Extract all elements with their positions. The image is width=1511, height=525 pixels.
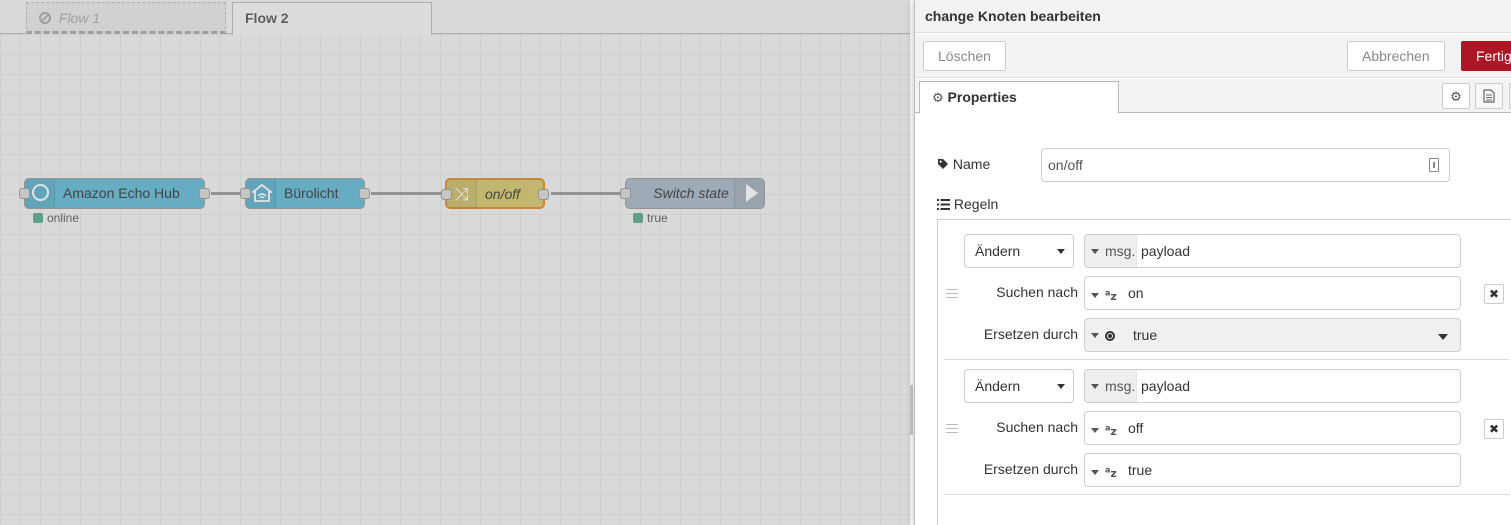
sidebar-resize-handle[interactable] [910,385,913,435]
replace-label: Ersetzen durch [983,461,1078,477]
rules-label-text: Regeln [953,196,999,212]
rule-replace-input[interactable]: az true [1084,453,1461,487]
target-value: payload [1141,378,1191,394]
search-value: on [1128,285,1144,301]
type-selector[interactable]: msg. [1085,235,1137,267]
type-selector[interactable]: az [1085,454,1123,486]
tray-tabs: ⚙ Properties ⚙ [915,79,1511,114]
replace-label: Ersetzen durch [983,326,1078,342]
caret-down-icon [1091,249,1099,254]
name-input-value: on/off [1048,157,1083,173]
string-type-icon: az [1105,423,1117,438]
rule-replace-input[interactable]: true [1084,318,1461,352]
caret-down-icon [1091,292,1099,298]
rule-item: Ändern msg. payload Suchen nach az off ✖… [944,360,1510,495]
rule-action-select[interactable]: Ändern [964,369,1074,403]
chevron-down-icon [1057,384,1065,389]
caret-down-icon [1091,427,1099,433]
rule-search-input[interactable]: az off [1084,411,1461,445]
edit-tray: change Knoten bearbeiten Löschen Abbrech… [914,0,1511,525]
list-icon [937,199,950,210]
gear-icon: ⚙ [1450,90,1462,105]
remove-rule-button[interactable]: ✖ [1484,419,1504,439]
caret-down-icon [1091,384,1099,389]
flow-workspace[interactable]: Flow 1 Flow 2 Amazon Echo Hub online Bür… [0,0,910,525]
type-selector[interactable]: az [1085,277,1123,309]
string-type-icon: az [1105,465,1117,480]
rules-list: Ändern msg. payload Suchen nach az on ✖ … [937,219,1511,525]
rule-action-select[interactable]: Ändern [964,234,1074,268]
tab-label: Properties [947,89,1017,105]
name-label-text: Name [952,156,991,172]
tab-properties[interactable]: ⚙ Properties [919,81,1119,114]
cancel-button[interactable]: Abbrechen [1347,41,1445,71]
rule-search-input[interactable]: az on [1084,276,1461,310]
type-label: msg. [1105,243,1136,259]
string-type-icon: az [1105,288,1117,303]
select-value: Ändern [975,243,1021,259]
name-input[interactable]: on/off [1041,148,1450,182]
select-value: Ändern [975,378,1021,394]
boolean-type-icon [1105,331,1115,341]
type-selector[interactable]: msg. [1085,370,1137,402]
caret-down-icon [1091,333,1099,338]
node-settings-button[interactable]: ⚙ [1442,83,1470,109]
chevron-down-icon [1057,249,1065,254]
rule-target-input[interactable]: msg. payload [1084,369,1461,403]
gear-icon: ⚙ [932,91,944,106]
caret-down-icon [1091,469,1099,475]
rule-item: Ändern msg. payload Suchen nach az on ✖ … [944,220,1510,360]
workspace-overlay [0,0,910,525]
search-label: Suchen nach [996,419,1078,435]
done-button[interactable]: Fertig [1461,41,1511,71]
rules-label: Regeln [937,196,998,212]
search-value: off [1128,420,1144,436]
target-value: payload [1141,243,1191,259]
search-label: Suchen nach [996,284,1078,300]
name-label: Name [937,156,990,172]
replace-value: true [1133,327,1158,343]
tray-toolbar: Löschen Abbrechen Fertig [915,34,1511,78]
description-button[interactable] [1475,83,1503,109]
type-label: msg. [1105,378,1136,394]
tray-title: change Knoten bearbeiten [915,0,1511,33]
context-icon[interactable] [1429,158,1439,172]
delete-button[interactable]: Löschen [923,41,1006,71]
replace-value: true [1128,462,1153,478]
type-selector[interactable] [1085,319,1125,351]
file-text-icon [1483,89,1495,103]
chevron-down-icon [1438,334,1448,340]
rule-target-input[interactable]: msg. payload [1084,234,1461,268]
type-selector[interactable]: az [1085,412,1123,444]
tag-icon [938,159,948,169]
remove-rule-button[interactable]: ✖ [1484,284,1504,304]
